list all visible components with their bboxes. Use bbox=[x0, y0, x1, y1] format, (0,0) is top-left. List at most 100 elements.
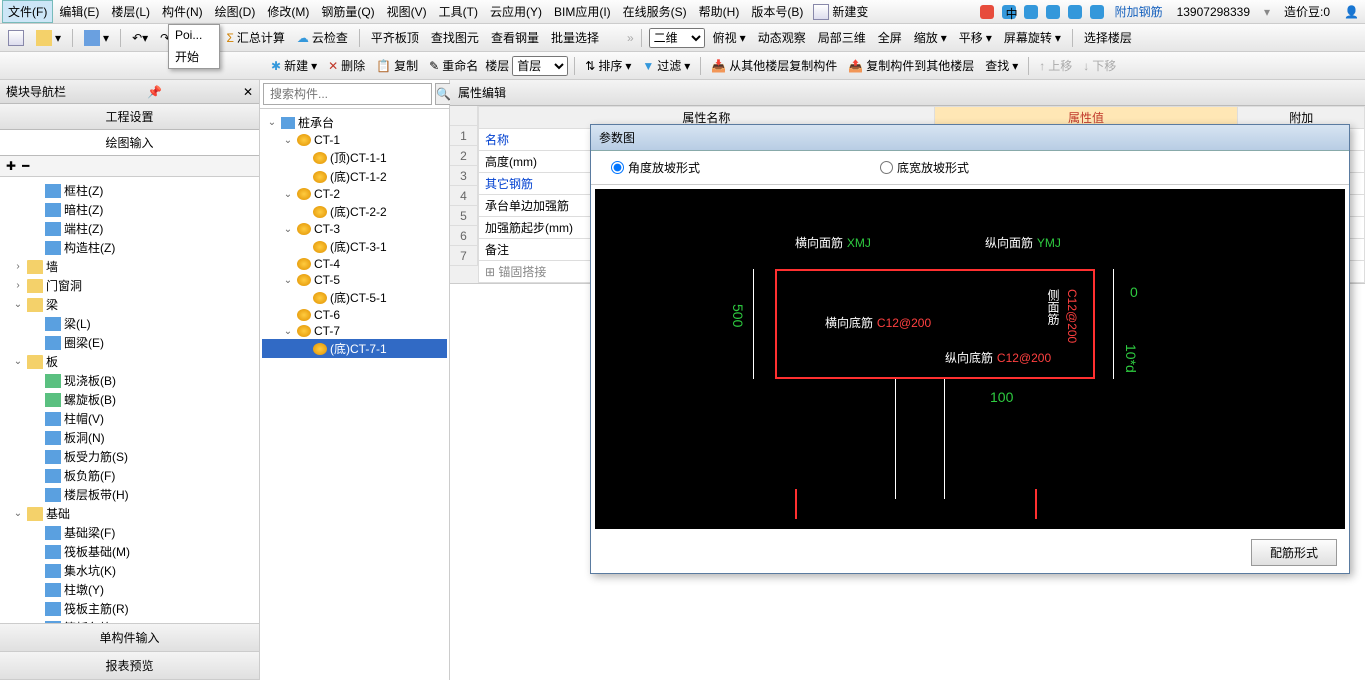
find-button[interactable]: 查找图元 bbox=[427, 27, 483, 48]
instance-node[interactable]: (底)CT-3-1 bbox=[262, 237, 447, 256]
tree-node[interactable]: ⌄基础 bbox=[2, 504, 257, 523]
pin-icon[interactable]: 📌 bbox=[147, 85, 162, 99]
sort-button[interactable]: ⇅排序▾ bbox=[581, 55, 635, 76]
dynview-button[interactable]: 动态观察 bbox=[754, 27, 810, 48]
tab-single-input[interactable]: 单构件输入 bbox=[0, 624, 259, 652]
tree-node[interactable]: ⌄梁 bbox=[2, 295, 257, 314]
instance-node[interactable]: (顶)CT-1-1 bbox=[262, 148, 447, 167]
ime-icon-4[interactable] bbox=[1046, 5, 1060, 19]
new-doc-button[interactable]: 新建变 bbox=[809, 1, 872, 22]
cloud-check-button[interactable]: ☁云检查 bbox=[293, 27, 352, 48]
menu-view[interactable]: 视图(V) bbox=[381, 0, 433, 23]
batch-button[interactable]: 批量选择 bbox=[547, 27, 603, 48]
up-button[interactable]: ↑上移 bbox=[1035, 55, 1076, 76]
instance-node[interactable]: ⌄CT-3 bbox=[262, 221, 447, 237]
instance-node[interactable]: ⌄CT-2 bbox=[262, 186, 447, 202]
menu-comp[interactable]: 构件(N) bbox=[156, 0, 209, 23]
menu-help[interactable]: 帮助(H) bbox=[693, 0, 746, 23]
ime-icon-3[interactable] bbox=[1024, 5, 1038, 19]
user-icon[interactable]: 👤 bbox=[1340, 5, 1363, 19]
tree-node[interactable]: 现浇板(B) bbox=[2, 371, 257, 390]
menu-edit[interactable]: 编辑(E) bbox=[53, 0, 105, 23]
component-tree[interactable]: 框柱(Z)暗柱(Z)端柱(Z)构造柱(Z)›墙›门窗洞⌄梁梁(L)圈梁(E)⌄板… bbox=[0, 177, 259, 623]
save-button[interactable]: ▾ bbox=[80, 28, 113, 48]
ime-icon-5[interactable] bbox=[1068, 5, 1082, 19]
radio-angle[interactable]: 角度放坡形式 bbox=[611, 159, 700, 176]
comp-new-button[interactable]: ✱新建▾ bbox=[267, 55, 321, 76]
zoom-button[interactable]: 缩放▾ bbox=[910, 27, 951, 48]
tree-node[interactable]: 板洞(N) bbox=[2, 428, 257, 447]
menu-draw[interactable]: 绘图(D) bbox=[209, 0, 262, 23]
menu-file[interactable]: 文件(F) bbox=[2, 0, 53, 23]
menu-modify[interactable]: 修改(M) bbox=[261, 0, 315, 23]
ime-icon-6[interactable] bbox=[1090, 5, 1104, 19]
ime-icon[interactable] bbox=[980, 5, 994, 19]
view-mode-select[interactable]: 二维 bbox=[649, 28, 705, 48]
instance-node[interactable]: ⌄CT-1 bbox=[262, 132, 447, 148]
flat-button[interactable]: 平齐板顶 bbox=[367, 27, 423, 48]
tree-node[interactable]: 集水坑(K) bbox=[2, 561, 257, 580]
tab-project[interactable]: 工程设置 bbox=[0, 104, 259, 130]
instance-node[interactable]: (底)CT-1-2 bbox=[262, 167, 447, 186]
tree-node[interactable]: ›墙 bbox=[2, 257, 257, 276]
tree-node[interactable]: 柱墩(Y) bbox=[2, 580, 257, 599]
comp-del-button[interactable]: ✕删除 bbox=[324, 55, 369, 76]
search-input[interactable] bbox=[263, 83, 432, 105]
rotate-button[interactable]: 屏幕旋转▾ bbox=[1000, 27, 1065, 48]
tree-node[interactable]: 梁(L) bbox=[2, 314, 257, 333]
topview-button[interactable]: 俯视▾ bbox=[709, 27, 750, 48]
tree-node[interactable]: 构造柱(Z) bbox=[2, 238, 257, 257]
instance-node[interactable]: ⌄桩承台 bbox=[262, 113, 447, 132]
expand-icon[interactable]: ✚ bbox=[6, 159, 16, 173]
close-icon[interactable]: ✕ bbox=[243, 85, 253, 99]
instance-node[interactable]: (底)CT-7-1 bbox=[262, 339, 447, 358]
instance-node[interactable]: (底)CT-5-1 bbox=[262, 288, 447, 307]
instance-node[interactable]: ⌄CT-7 bbox=[262, 323, 447, 339]
tree-node[interactable]: ›门窗洞 bbox=[2, 276, 257, 295]
sum-button[interactable]: Σ汇总计算 bbox=[222, 27, 288, 48]
local3d-button[interactable]: 局部三维 bbox=[814, 27, 870, 48]
instance-node[interactable]: (底)CT-2-2 bbox=[262, 202, 447, 221]
tree-node[interactable]: 螺旋板(B) bbox=[2, 390, 257, 409]
steel-button[interactable]: 查看钢量 bbox=[487, 27, 543, 48]
menu-cloud[interactable]: 云应用(Y) bbox=[484, 0, 548, 23]
rebar-form-button[interactable]: 配筋形式 bbox=[1251, 539, 1337, 566]
menu-rebar[interactable]: 钢筋量(Q) bbox=[315, 0, 380, 23]
tree-node[interactable]: 筏板主筋(R) bbox=[2, 599, 257, 618]
tree-node[interactable]: 板受力筋(S) bbox=[2, 447, 257, 466]
floor-select[interactable]: 首层 bbox=[512, 56, 568, 76]
tree-node[interactable]: 板负筋(F) bbox=[2, 466, 257, 485]
new-button[interactable] bbox=[4, 28, 28, 48]
comp-copy-button[interactable]: 📋复制 bbox=[372, 55, 422, 76]
tree-node[interactable]: 圈梁(E) bbox=[2, 333, 257, 352]
radio-width[interactable]: 底宽放坡形式 bbox=[880, 159, 969, 176]
popup-poi[interactable]: Poi... bbox=[169, 25, 219, 45]
menu-floor[interactable]: 楼层(L) bbox=[105, 0, 156, 23]
comp-rename-button[interactable]: ✎重命名 bbox=[425, 55, 482, 76]
collapse-icon[interactable]: ━ bbox=[22, 159, 29, 173]
select-floor-button[interactable]: 选择楼层 bbox=[1080, 27, 1136, 48]
popup-start[interactable]: 开始 bbox=[169, 45, 219, 68]
tree-node[interactable]: 框柱(Z) bbox=[2, 181, 257, 200]
tab-drawing[interactable]: 绘图输入 bbox=[0, 130, 259, 156]
instance-node[interactable]: ⌄CT-5 bbox=[262, 272, 447, 288]
instance-node[interactable]: CT-6 bbox=[262, 307, 447, 323]
tree-node[interactable]: 楼层板带(H) bbox=[2, 485, 257, 504]
down-button[interactable]: ↓下移 bbox=[1079, 55, 1120, 76]
tree-node[interactable]: 端柱(Z) bbox=[2, 219, 257, 238]
copyfrom-button[interactable]: 📥从其他楼层复制构件 bbox=[707, 55, 841, 76]
search-button[interactable]: 查找▾ bbox=[981, 55, 1022, 76]
tree-node[interactable]: 柱帽(V) bbox=[2, 409, 257, 428]
tree-node[interactable]: ⌄板 bbox=[2, 352, 257, 371]
tab-report[interactable]: 报表预览 bbox=[0, 652, 259, 680]
tree-node[interactable]: 基础梁(F) bbox=[2, 523, 257, 542]
menu-ver[interactable]: 版本号(B) bbox=[745, 0, 809, 23]
filter-button[interactable]: ▼过滤▾ bbox=[638, 55, 694, 76]
ime-icon-2[interactable]: 中 bbox=[1002, 5, 1016, 19]
menu-online[interactable]: 在线服务(S) bbox=[617, 0, 693, 23]
menu-tool[interactable]: 工具(T) bbox=[433, 0, 484, 23]
menu-bim[interactable]: BIM应用(I) bbox=[548, 0, 617, 23]
fullscreen-button[interactable]: 全屏 bbox=[874, 27, 906, 48]
undo-button[interactable]: ↶▾ bbox=[128, 29, 152, 47]
pan-button[interactable]: 平移▾ bbox=[955, 27, 996, 48]
